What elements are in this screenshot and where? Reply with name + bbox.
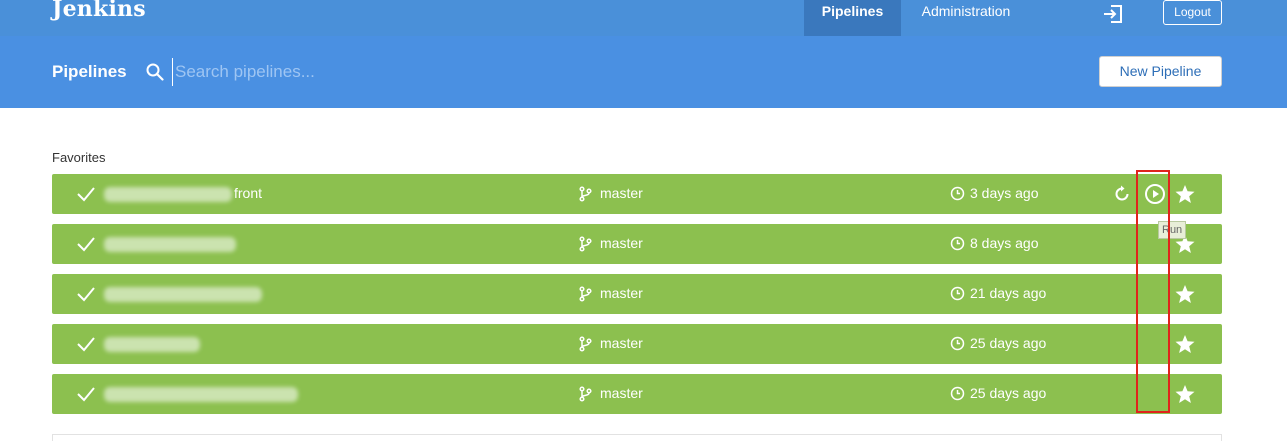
replay-icon[interactable] xyxy=(1112,184,1132,204)
branch-label: master xyxy=(600,235,643,251)
clock-icon xyxy=(950,386,965,401)
branch-icon xyxy=(579,186,592,202)
sign-in-icon[interactable] xyxy=(1102,4,1124,24)
last-run-time: 25 days ago xyxy=(970,385,1047,401)
favorite-star-icon[interactable] xyxy=(1174,383,1196,405)
pipeline-name-redacted xyxy=(104,237,236,252)
pipeline-name-redacted xyxy=(104,187,232,202)
check-icon xyxy=(77,237,95,252)
branch-label: master xyxy=(600,285,643,301)
new-pipeline-button[interactable]: New Pipeline xyxy=(1099,56,1222,87)
brand-logo[interactable]: Jenkins xyxy=(52,0,146,22)
favorite-star-icon[interactable] xyxy=(1174,333,1196,355)
pipeline-name-redacted xyxy=(104,337,200,352)
check-icon xyxy=(77,187,95,202)
favorite-row[interactable]: master 25 days ago xyxy=(52,324,1222,364)
clock-icon xyxy=(950,336,965,351)
pipeline-name-redacted xyxy=(104,287,262,302)
clock-icon xyxy=(950,186,965,201)
favorite-row[interactable]: master 25 days ago xyxy=(52,374,1222,414)
branch-icon xyxy=(579,286,592,302)
search-icon xyxy=(146,63,164,81)
last-run-time: 8 days ago xyxy=(970,235,1039,251)
branch-icon xyxy=(579,236,592,252)
branch-label: master xyxy=(600,385,643,401)
favorite-row[interactable]: front master 3 days ago xyxy=(52,174,1222,214)
branch-label: master xyxy=(600,185,643,201)
pipeline-name-redacted xyxy=(104,387,298,402)
check-icon xyxy=(77,387,95,402)
last-run-time: 21 days ago xyxy=(970,285,1047,301)
nav-tab-administration[interactable]: Administration xyxy=(901,0,1031,36)
last-run-time: 25 days ago xyxy=(970,335,1047,351)
pipelines-list-card xyxy=(52,434,1222,441)
check-icon xyxy=(77,337,95,352)
favorite-star-icon[interactable] xyxy=(1174,283,1196,305)
nav-tab-pipelines[interactable]: Pipelines xyxy=(804,0,901,36)
annotation-highlight-box xyxy=(1136,170,1170,413)
clock-icon xyxy=(950,286,965,301)
branch-icon xyxy=(579,336,592,352)
search-input[interactable] xyxy=(172,58,572,86)
logout-button[interactable]: Logout xyxy=(1163,0,1222,25)
branch-label: master xyxy=(600,335,643,351)
check-icon xyxy=(77,287,95,302)
branch-icon xyxy=(579,386,592,402)
last-run-time: 3 days ago xyxy=(970,185,1039,201)
top-nav-bar: Jenkins Pipelines Administration Logout xyxy=(0,0,1287,36)
clock-icon xyxy=(950,236,965,251)
favorite-row[interactable]: master 21 days ago xyxy=(52,274,1222,314)
favorite-star-icon[interactable] xyxy=(1174,183,1196,205)
pipelines-subheader: Pipelines New Pipeline xyxy=(0,36,1287,108)
favorite-row[interactable]: master 8 days ago xyxy=(52,224,1222,264)
pipeline-name[interactable]: front xyxy=(234,185,262,201)
page-title: Pipelines xyxy=(52,62,127,81)
favorites-heading: Favorites xyxy=(52,150,106,165)
